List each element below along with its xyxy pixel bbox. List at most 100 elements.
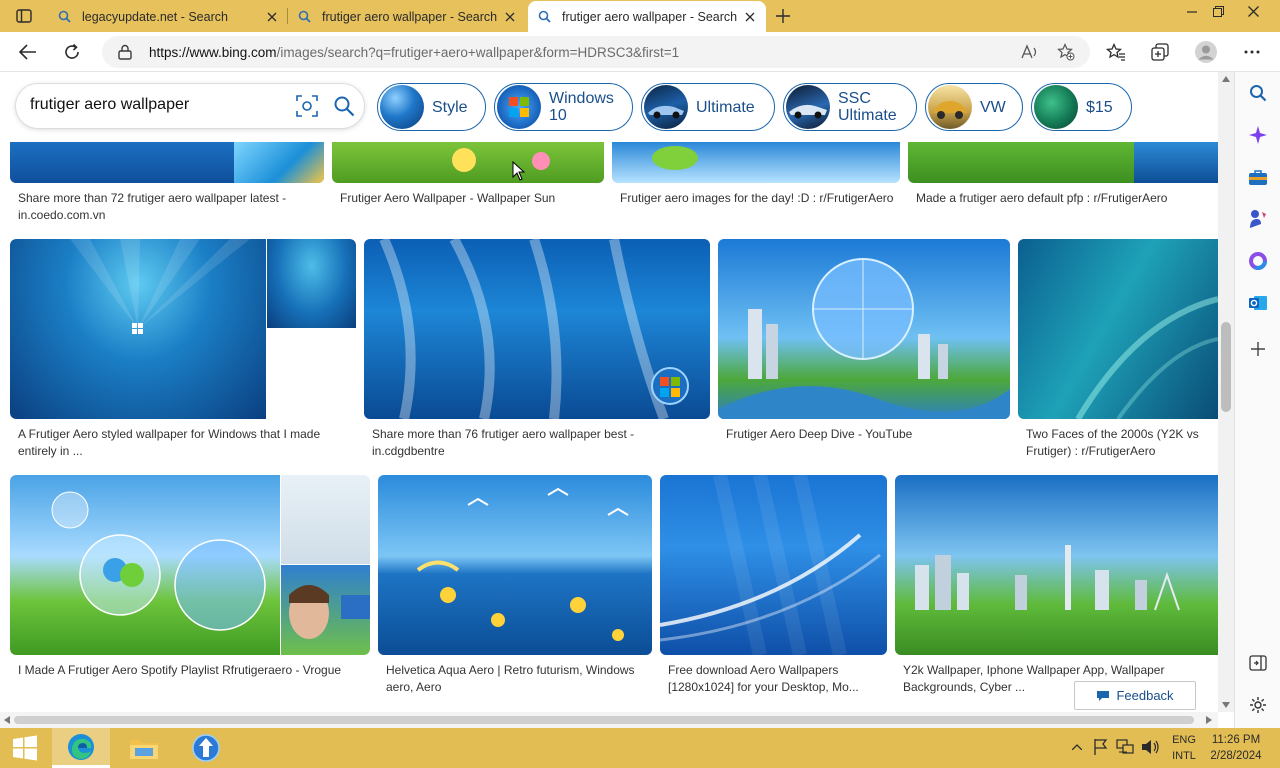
search-box[interactable]: frutiger aero wallpaper [16,84,364,128]
flower-graphic [532,152,550,170]
scroll-left-icon[interactable] [4,716,10,724]
image-caption[interactable]: Free download Aero Wallpapers [1280x1024… [668,662,888,696]
address-bar[interactable]: https://www.bing.com/images/search?q=fru… [102,36,1090,68]
scroll-up-icon[interactable] [1222,76,1230,82]
image-result-7[interactable] [718,239,1010,419]
image-result-11[interactable] [660,475,887,655]
clock-date: 2/28/2024 [1210,750,1262,762]
url-text[interactable]: https://www.bing.com/images/search?q=fru… [149,45,679,60]
action-center-flag-icon[interactable] [1092,738,1110,756]
image-caption[interactable]: Two Faces of the 2000s (Y2K vs Frutiger)… [1026,426,1216,460]
hide-sidebar-icon[interactable] [1246,651,1270,675]
image-result-2[interactable] [332,142,604,183]
input-language-indicator[interactable]: ENG INTL [1168,732,1200,764]
scroll-right-icon[interactable] [1206,716,1212,724]
taskbar-clock[interactable]: 11:26 PM 2/28/2024 [1208,732,1264,764]
tab-legacyupdate[interactable]: legacyupdate.net - Search [48,1,288,32]
show-hidden-icons[interactable] [1068,738,1086,756]
flower-graphic [452,148,476,172]
edge-sidebar [1234,72,1280,728]
image-result-10[interactable] [378,475,652,655]
volume-icon[interactable] [1141,738,1159,756]
image-thumbnail [10,475,280,655]
taskbar-legacy-update[interactable] [176,728,236,768]
search-favicon-icon [536,9,552,25]
chip-thumbnail [1034,85,1078,129]
chip-ultimate[interactable]: Ultimate [641,83,775,131]
close-tab-icon[interactable] [740,7,760,27]
tab-frutiger-1[interactable]: frutiger aero wallpaper - Search [288,1,526,32]
chip-thumbnail [497,85,541,129]
copilot-sparkle-icon[interactable] [1246,123,1270,147]
chip-15-dollars[interactable]: $15 [1031,83,1132,131]
chip-ssc-ultimate[interactable]: SSC Ultimate [783,83,917,131]
image-result-3[interactable] [612,142,900,183]
horizontal-scrollbar[interactable] [0,712,1218,728]
chip-windows-10[interactable]: Windows 10 [494,83,633,131]
image-caption[interactable]: Frutiger Aero Deep Dive - YouTube [726,426,1006,443]
image-caption[interactable]: Frutiger Aero Wallpaper - Wallpaper Sun [340,190,600,207]
image-caption[interactable]: A Frutiger Aero styled wallpaper for Win… [18,426,338,460]
sidebar-settings-icon[interactable] [1246,693,1270,717]
image-result-6[interactable] [364,239,710,419]
tab-title: legacyupdate.net - Search [82,9,228,24]
chip-label: SSC Ultimate [838,90,897,124]
chip-style[interactable]: Style [377,83,486,131]
microsoft-365-icon[interactable] [1246,249,1270,273]
horizontal-scroll-thumb[interactable] [14,716,1194,724]
vertical-scroll-thumb[interactable] [1221,322,1231,412]
collections-icon[interactable] [1146,38,1174,66]
start-button[interactable] [0,728,50,768]
image-thumbnail [1134,142,1218,183]
url-path: /images/search?q=frutiger+aero+wallpaper… [276,45,680,60]
language-code: ENG [1172,734,1196,746]
lock-icon[interactable] [118,44,132,60]
image-result-9[interactable] [10,475,370,655]
image-caption[interactable]: I Made A Frutiger Aero Spotify Playlist … [18,662,358,679]
favorites-icon[interactable] [1102,38,1130,66]
chip-label: VW [980,98,1006,116]
more-menu-icon[interactable] [1238,38,1266,66]
edge-browser-icon [68,733,94,760]
chip-label: Style [432,98,468,116]
shopping-icon[interactable] [1246,165,1270,189]
image-caption[interactable]: Share more than 72 frutiger aero wallpap… [18,190,318,224]
image-caption[interactable]: Made a frutiger aero default pfp : r/Fru… [916,190,1216,207]
refresh-icon[interactable] [58,38,86,66]
close-tab-icon[interactable] [500,7,520,27]
search-query-text[interactable]: frutiger aero wallpaper [30,96,189,114]
image-result-8[interactable] [1018,239,1218,419]
close-tab-icon[interactable] [262,7,282,27]
games-icon[interactable] [1246,207,1270,231]
image-result-4[interactable] [908,142,1218,183]
vertical-scrollbar[interactable] [1218,72,1234,712]
feedback-button[interactable]: Feedback [1074,681,1196,710]
back-icon[interactable] [14,38,42,66]
taskbar-file-explorer[interactable] [114,728,174,768]
network-icon[interactable] [1116,738,1134,756]
add-sidebar-app-icon[interactable] [1246,337,1270,361]
add-favorite-icon[interactable] [1054,40,1078,64]
visual-search-icon[interactable] [296,95,318,117]
new-tab-icon[interactable] [772,6,794,26]
chip-label: Ultimate [696,98,755,116]
chip-thumbnail [786,85,830,129]
close-window-icon[interactable] [1230,0,1276,22]
image-caption[interactable]: Frutiger aero images for the day! :D : r… [620,190,900,207]
profile-avatar[interactable] [1192,38,1220,66]
read-aloud-icon[interactable] [1018,40,1042,64]
image-result-1[interactable] [10,142,324,183]
search-icon[interactable] [1246,81,1270,105]
scroll-down-icon[interactable] [1222,702,1230,708]
clock-time: 11:26 PM [1211,734,1261,746]
tab-frutiger-active[interactable]: frutiger aero wallpaper - Search [528,1,766,32]
tab-actions-icon[interactable] [10,6,38,26]
search-icon[interactable] [333,95,355,117]
image-result-12[interactable] [895,475,1218,655]
image-result-5[interactable] [10,239,356,419]
taskbar-edge[interactable] [52,728,110,768]
image-caption[interactable]: Share more than 76 frutiger aero wallpap… [372,426,672,460]
chip-vw[interactable]: VW [925,83,1023,131]
image-caption[interactable]: Helvetica Aqua Aero | Retro futurism, Wi… [386,662,646,696]
outlook-icon[interactable] [1246,291,1270,315]
